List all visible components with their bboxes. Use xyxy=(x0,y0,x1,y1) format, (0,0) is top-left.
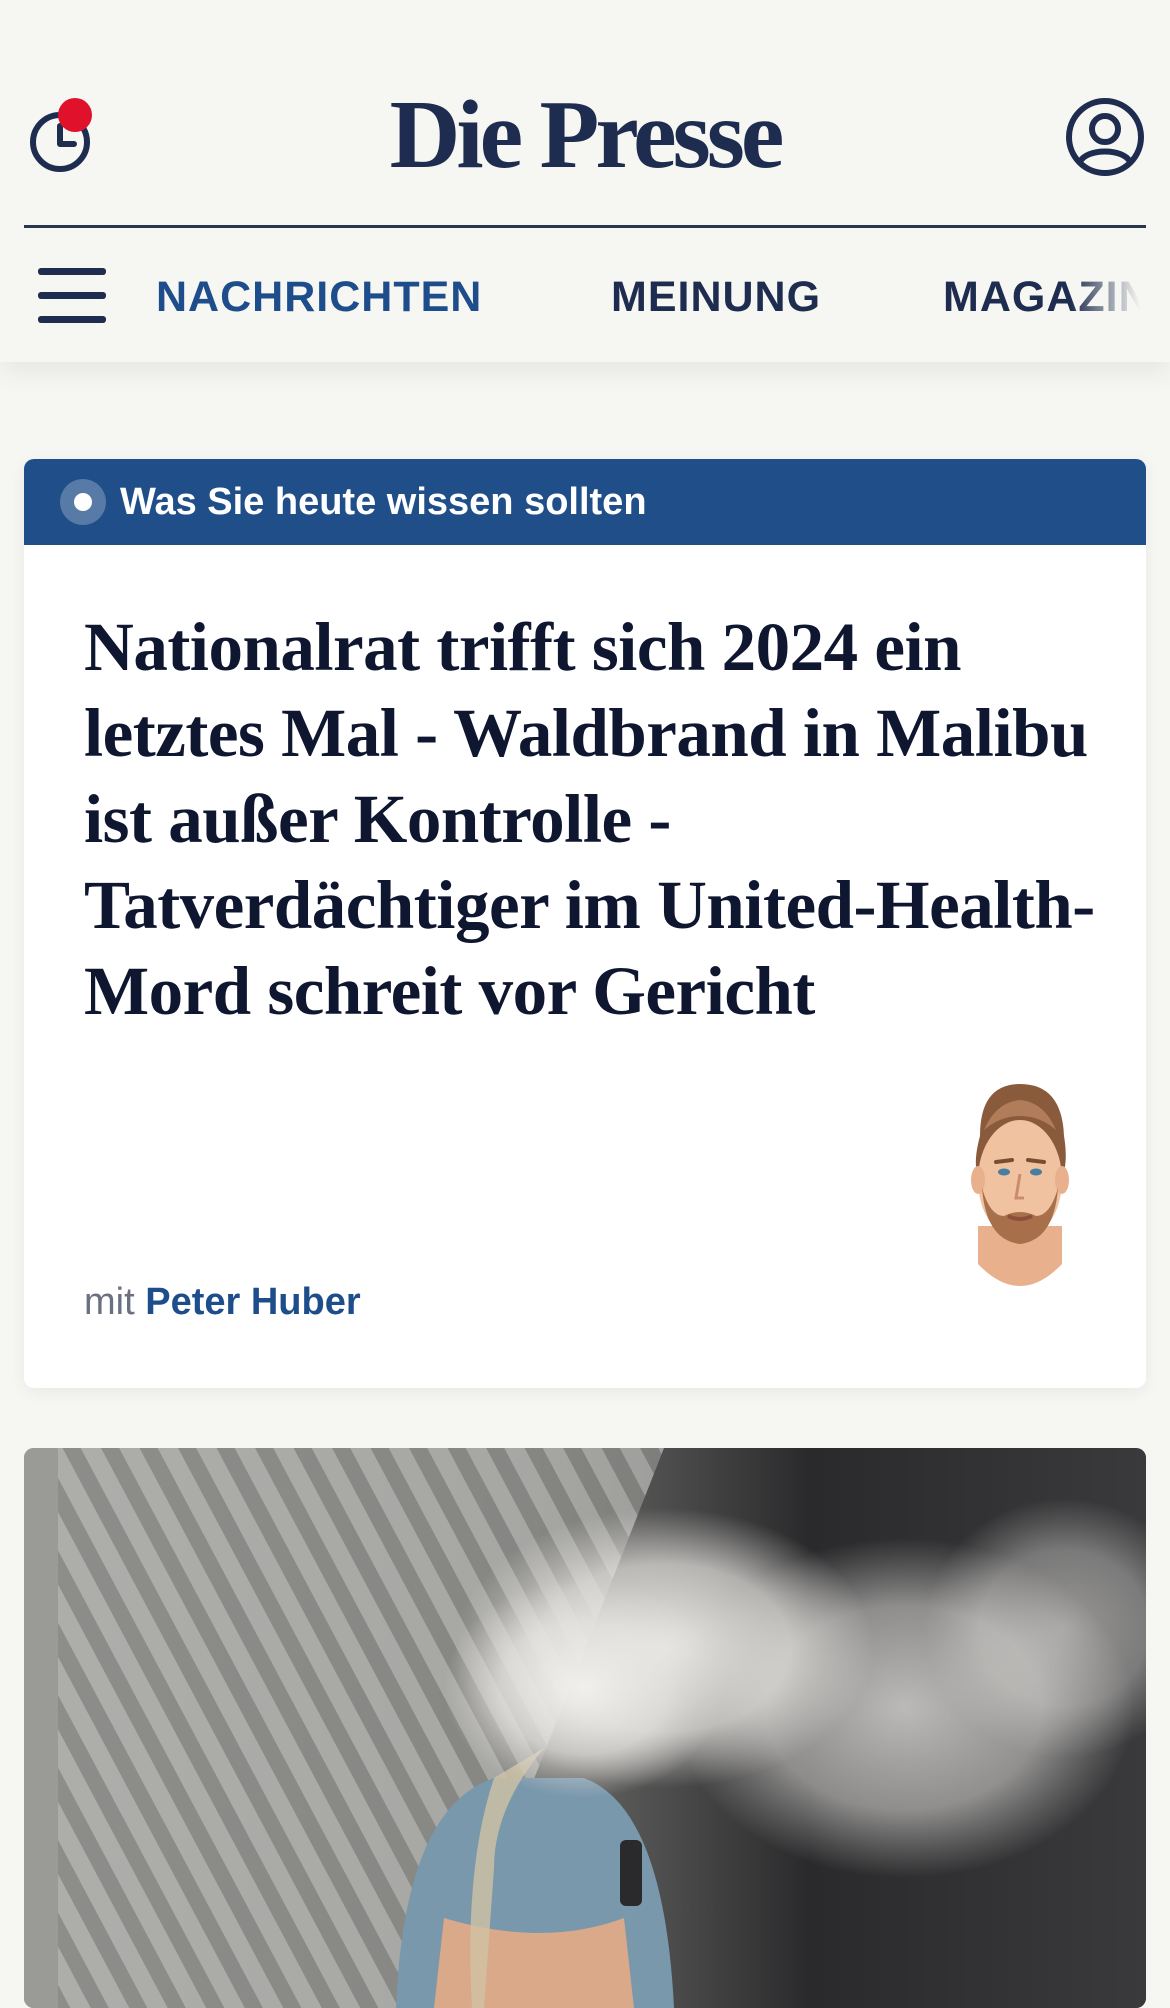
briefing-headline[interactable]: Nationalrat trifft sich 2024 ein letztes… xyxy=(84,604,1114,1034)
nav-item-meinung[interactable]: MEINUNG xyxy=(611,272,821,322)
hamburger-menu-icon[interactable] xyxy=(38,268,106,324)
live-dot-icon xyxy=(60,479,106,525)
nav-scroll-fade xyxy=(1070,258,1170,338)
briefing-label: Was Sie heute wissen sollten xyxy=(120,481,647,523)
site-header: Die Presse NACHRICHTEN MEINUNG MAGAZIN xyxy=(0,0,1170,362)
nav-item-nachrichten[interactable]: NACHRICHTEN xyxy=(156,272,482,322)
byline-author[interactable]: Peter Huber xyxy=(145,1281,360,1323)
site-logo[interactable]: Die Presse xyxy=(0,80,1170,190)
byline-prefix: mit xyxy=(84,1281,135,1323)
daily-briefing-card[interactable]: Was Sie heute wissen sollten Nationalrat… xyxy=(24,459,1146,1388)
vaping-photo xyxy=(24,1448,1146,2008)
briefing-byline: mit Peter Huber xyxy=(84,1277,361,1327)
briefing-label-bar: Was Sie heute wissen sollten xyxy=(24,459,1146,545)
header-divider xyxy=(24,225,1146,228)
author-avatar xyxy=(971,1084,1069,1286)
account-button[interactable] xyxy=(1064,96,1146,178)
user-account-icon xyxy=(1066,98,1144,176)
article-hero-image[interactable] xyxy=(24,1448,1146,2008)
